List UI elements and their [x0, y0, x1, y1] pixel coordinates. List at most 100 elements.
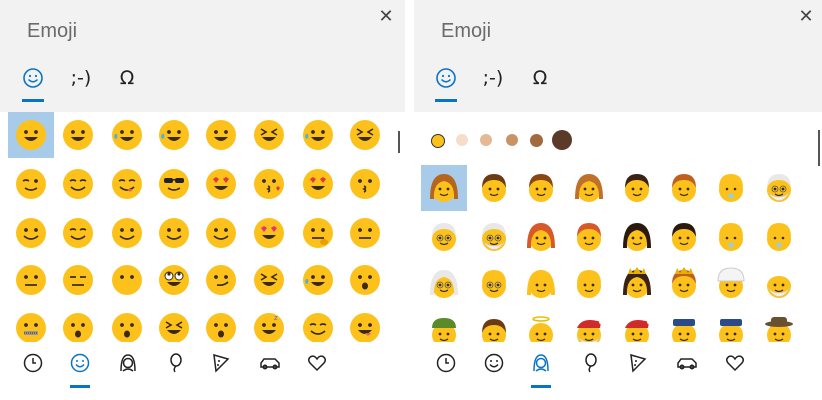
- scrollbar[interactable]: [818, 130, 820, 166]
- man-red-emoji[interactable]: [566, 214, 612, 260]
- tab-emoji[interactable]: [431, 63, 461, 93]
- kissing-heart-emoji[interactable]: [246, 161, 292, 207]
- mrs-claus-emoji[interactable]: [614, 310, 660, 342]
- man-beard-emoji[interactable]: [756, 261, 802, 307]
- woman-blonde-emoji[interactable]: [518, 261, 564, 307]
- woman-emoji[interactable]: [421, 165, 467, 211]
- woman-dark-emoji[interactable]: [614, 214, 660, 260]
- old-man-emoji[interactable]: [421, 214, 467, 260]
- baby-emoji[interactable]: [708, 165, 754, 211]
- man-emoji[interactable]: [518, 165, 564, 211]
- police-woman-emoji[interactable]: [708, 310, 754, 342]
- laughing-squint-emoji[interactable]: [342, 112, 388, 158]
- detective-emoji[interactable]: [756, 310, 802, 342]
- tab-symbols[interactable]: Ω: [527, 63, 553, 93]
- grinning-squint-emoji[interactable]: [246, 112, 292, 158]
- rofl-emoji[interactable]: [151, 112, 197, 158]
- star-struck-emoji[interactable]: [246, 210, 292, 256]
- grinning-face-emoji[interactable]: [8, 112, 54, 158]
- no-mouth-emoji[interactable]: [104, 257, 150, 303]
- category-smiley[interactable]: [65, 350, 95, 380]
- category-balloon[interactable]: [160, 350, 190, 380]
- prince-emoji[interactable]: [661, 261, 707, 307]
- skin-tone-4[interactable]: [506, 134, 518, 146]
- sunglasses-emoji[interactable]: [151, 161, 197, 207]
- angel-emoji[interactable]: [518, 310, 564, 342]
- category-car[interactable]: [672, 350, 702, 380]
- man-2-emoji[interactable]: [614, 165, 660, 211]
- expressionless-emoji[interactable]: [55, 257, 101, 303]
- smiling-blush-emoji[interactable]: [55, 161, 101, 207]
- category-heart[interactable]: [302, 350, 332, 380]
- woman-red-emoji[interactable]: [518, 214, 564, 260]
- category-car[interactable]: [255, 350, 285, 380]
- kissing-closed-eyes-emoji[interactable]: [342, 161, 388, 207]
- kissing-smiling-eyes-emoji[interactable]: [8, 210, 54, 256]
- sad-sweat-emoji[interactable]: [295, 257, 341, 303]
- old-woman-emoji[interactable]: [421, 261, 467, 307]
- relieved-blush-emoji[interactable]: [55, 210, 101, 256]
- smiling-hearts-emoji[interactable]: [295, 161, 341, 207]
- skin-tone-3[interactable]: [480, 134, 492, 146]
- thinking-face-emoji[interactable]: [295, 210, 341, 256]
- smirking-face-emoji[interactable]: [198, 257, 244, 303]
- man-3-emoji[interactable]: [661, 165, 707, 211]
- neutral-flat-emoji[interactable]: [342, 210, 388, 256]
- hushed-face-emoji[interactable]: [342, 257, 388, 303]
- sleeping-face-emoji[interactable]: z: [246, 305, 292, 342]
- category-balloon[interactable]: [575, 350, 605, 380]
- winking-face-emoji[interactable]: [8, 161, 54, 207]
- slightly-smiling-emoji[interactable]: [151, 210, 197, 256]
- girl-emoji[interactable]: [566, 165, 612, 211]
- santa-emoji[interactable]: [566, 310, 612, 342]
- category-pizza[interactable]: [623, 350, 653, 380]
- tab-kaomoji[interactable]: ;-): [65, 63, 97, 93]
- skin-tone-5[interactable]: [530, 133, 543, 147]
- tab-kaomoji[interactable]: ;-): [477, 63, 509, 93]
- hugging-face-emoji[interactable]: [198, 210, 244, 256]
- boy-emoji[interactable]: [471, 165, 517, 211]
- woman-crown-emoji[interactable]: [614, 261, 660, 307]
- old-man-bald-emoji[interactable]: [471, 261, 517, 307]
- skin-tone-2[interactable]: [456, 134, 468, 146]
- old-man-beard-emoji[interactable]: [756, 165, 802, 211]
- skin-tone-1[interactable]: [431, 134, 445, 148]
- tab-emoji[interactable]: [18, 63, 48, 93]
- tongue-out-emoji[interactable]: [342, 305, 388, 342]
- heart-eyes-emoji[interactable]: [198, 161, 244, 207]
- yawning-emoji[interactable]: [198, 305, 244, 342]
- old-man-white-emoji[interactable]: [471, 214, 517, 260]
- person-cap-emoji[interactable]: [421, 310, 467, 342]
- category-clock[interactable]: [18, 350, 48, 380]
- zipper-mouth-emoji[interactable]: [8, 305, 54, 342]
- tired-face-emoji[interactable]: [151, 305, 197, 342]
- grinning-smile-emoji[interactable]: [198, 112, 244, 158]
- category-pizza[interactable]: [206, 350, 236, 380]
- sleepy-face-emoji[interactable]: [104, 305, 150, 342]
- tab-symbols[interactable]: Ω: [114, 63, 140, 93]
- category-clock[interactable]: [431, 350, 461, 380]
- category-heart[interactable]: [720, 350, 750, 380]
- rolling-eyes-emoji[interactable]: [151, 257, 197, 303]
- man-dark-emoji[interactable]: [661, 214, 707, 260]
- smiling-face-emoji[interactable]: [104, 210, 150, 256]
- yum-emoji[interactable]: [104, 161, 150, 207]
- close-button[interactable]: ✕: [376, 7, 396, 27]
- close-button[interactable]: ✕: [796, 7, 816, 27]
- persevering-face-emoji[interactable]: [246, 257, 292, 303]
- category-person[interactable]: [526, 350, 556, 380]
- open-mouth-emoji[interactable]: [55, 305, 101, 342]
- man-turban-emoji[interactable]: [708, 261, 754, 307]
- baby-2-emoji[interactable]: [708, 214, 754, 260]
- police-man-emoji[interactable]: [661, 310, 707, 342]
- grinning-big-eyes-emoji[interactable]: [55, 112, 101, 158]
- person-hair-emoji[interactable]: [471, 310, 517, 342]
- sweat-smile-emoji[interactable]: [295, 112, 341, 158]
- skin-tone-6[interactable]: [552, 130, 572, 150]
- relieved-face-emoji[interactable]: [295, 305, 341, 342]
- joy-emoji[interactable]: [104, 112, 150, 158]
- man-blonde-emoji[interactable]: [566, 261, 612, 307]
- neutral-face-emoji[interactable]: [8, 257, 54, 303]
- scrollbar[interactable]: [398, 131, 400, 153]
- category-person[interactable]: [113, 350, 143, 380]
